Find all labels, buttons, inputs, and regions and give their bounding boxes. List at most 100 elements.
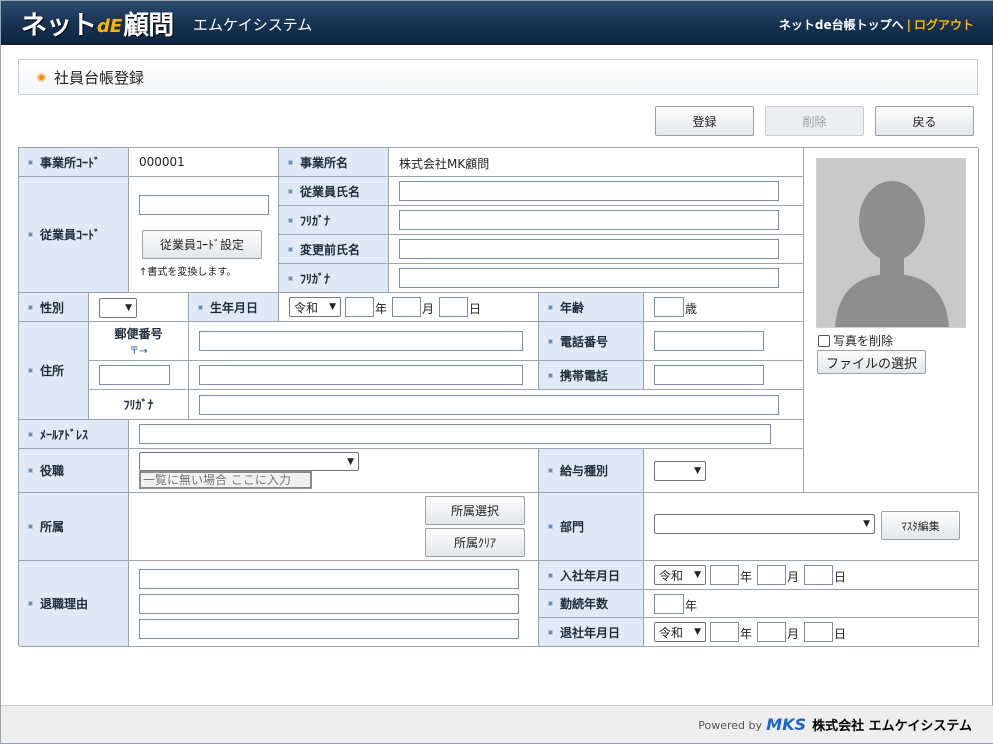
former-furigana-label: ﾌﾘｶﾞﾅ <box>279 264 389 293</box>
name-furigana-cell <box>389 206 804 235</box>
page-title-bar: 社員台帳登録 <box>18 59 978 95</box>
retire-reason-label: 退職理由 <box>19 561 129 647</box>
former-name-input[interactable] <box>399 239 779 259</box>
avatar-placeholder-icon <box>835 181 949 327</box>
postal-label: 郵便番号 〒→ <box>89 322 189 361</box>
mobile-input[interactable] <box>654 365 764 385</box>
address1-input[interactable] <box>199 331 523 351</box>
employee-code-input[interactable] <box>139 195 269 215</box>
former-name-label: 変更前氏名 <box>279 235 389 264</box>
employee-code-setting-button[interactable]: 従業員ｺｰﾄﾞ設定 <box>142 230 262 259</box>
birth-month-input[interactable] <box>392 297 421 317</box>
mobile-label: 携帯電話 <box>539 361 644 390</box>
top-header: ネット dE 顧問 エムケイシステム ネットde台帳トップへ | ログアウト <box>1 1 993 45</box>
email-cell <box>129 420 804 449</box>
affiliation-select-button[interactable]: 所属選択 <box>425 496 525 525</box>
join-day-input[interactable] <box>804 565 833 585</box>
back-button[interactable]: 戻る <box>875 106 974 136</box>
salary-type-label: 給与種別 <box>539 449 644 493</box>
postal-lookup-link[interactable]: 〒→ <box>129 342 147 357</box>
join-month-input[interactable] <box>757 565 786 585</box>
chevron-down-icon: ▼ <box>347 456 354 467</box>
service-years-cell: 年 <box>644 590 979 618</box>
department-label: 部門 <box>539 493 644 561</box>
affiliation-cell: 所属選択 所属ｸﾘｱ <box>129 493 539 561</box>
join-year-input[interactable] <box>710 565 739 585</box>
service-years-input[interactable] <box>654 594 684 614</box>
retire-reason-input-1[interactable] <box>139 569 519 589</box>
app-logo[interactable]: ネット dE 顧問 <box>21 7 174 41</box>
chevron-down-icon: ▼ <box>863 519 870 529</box>
join-era-select[interactable]: 令和 ▼ <box>654 565 706 585</box>
unit-year: 年 <box>375 302 388 316</box>
join-date-label: 入社年月日 <box>539 561 644 590</box>
logo-text: ネット <box>21 10 97 41</box>
address-furigana-input[interactable] <box>199 395 779 415</box>
postal-code-cell <box>89 361 189 390</box>
delete-button[interactable]: 削除 <box>765 106 864 136</box>
chevron-down-icon: ▼ <box>694 570 701 580</box>
register-button[interactable]: 登録 <box>655 106 754 136</box>
unit-month: 月 <box>787 627 800 641</box>
retire-month-input[interactable] <box>757 622 786 642</box>
email-label: ﾒｰﾙｱﾄﾞﾚｽ <box>19 420 129 449</box>
former-furigana-input[interactable] <box>399 268 779 288</box>
address-label: 住所 <box>19 322 89 420</box>
address1-cell <box>189 322 539 361</box>
office-name-value: 株式会社MK顧問 <box>399 157 490 171</box>
retire-date-cell: 令和 ▼ 年 月 日 <box>644 618 979 647</box>
employee-name-input[interactable] <box>399 181 779 201</box>
top-page-link[interactable]: ネットde台帳トップへ <box>779 18 904 32</box>
retire-reason-input-3[interactable] <box>139 619 519 639</box>
office-code-value: 000001 <box>139 155 185 169</box>
gender-select[interactable]: ▼ <box>99 298 137 318</box>
retire-reason-input-2[interactable] <box>139 594 519 614</box>
unit-year: 年 <box>740 570 753 584</box>
postal-code-input[interactable] <box>99 365 170 385</box>
service-years-label: 勤続年数 <box>539 590 644 618</box>
birth-day-input[interactable] <box>439 297 468 317</box>
file-select-button[interactable]: ファイルの選択 <box>817 350 926 374</box>
phone-input[interactable] <box>654 331 764 351</box>
former-furigana-cell <box>389 264 804 293</box>
photo-delete-checkbox[interactable] <box>818 334 830 347</box>
birth-era-select[interactable]: 令和 ▼ <box>289 297 341 317</box>
employee-code-cell: 従業員ｺｰﾄﾞ設定 ↑書式を変換します。 <box>129 177 279 293</box>
address2-input[interactable] <box>199 365 523 385</box>
salary-type-select[interactable]: ▼ <box>654 461 706 481</box>
header-links: ネットde台帳トップへ | ログアウト <box>779 16 974 33</box>
position-select[interactable]: ▼ <box>139 452 359 471</box>
powered-by: Powered by <box>698 719 762 732</box>
name-furigana-label: ﾌﾘｶﾞﾅ <box>279 206 389 235</box>
retire-day-input[interactable] <box>804 622 833 642</box>
age-input[interactable] <box>654 297 684 317</box>
master-edit-button[interactable]: ﾏｽﾀ編集 <box>881 511 960 540</box>
affiliation-clear-button[interactable]: 所属ｸﾘｱ <box>425 528 525 557</box>
department-select[interactable]: ▼ <box>654 514 875 534</box>
logo-text-komon: 顧問 <box>123 10 174 41</box>
age-label: 年齢 <box>539 293 644 322</box>
logo-text-de: dE <box>97 15 123 37</box>
employee-name-cell <box>389 177 804 206</box>
link-separator: | <box>906 18 911 32</box>
unit-month: 月 <box>787 570 800 584</box>
retire-era-select[interactable]: 令和 ▼ <box>654 622 706 642</box>
retire-reason-cell <box>129 561 539 647</box>
phone-cell <box>644 322 804 361</box>
office-code-cell: 000001 <box>129 148 279 177</box>
email-input[interactable] <box>139 424 771 444</box>
title-bullet-icon <box>37 72 46 82</box>
birth-year-input[interactable] <box>345 297 374 317</box>
birthdate-cell: 令和 ▼ 年 月 日 <box>279 293 539 322</box>
code-hint: ↑書式を変換します。 <box>139 267 237 278</box>
office-code-label: 事業所ｺｰﾄﾞ <box>19 148 129 177</box>
position-free-input[interactable]: 一覧に無い場合 ここに入力 <box>139 471 312 489</box>
address-furigana-cell <box>189 390 804 420</box>
name-furigana-input[interactable] <box>399 210 779 230</box>
salary-type-cell: ▼ <box>644 449 804 493</box>
retire-year-input[interactable] <box>710 622 739 642</box>
logout-link[interactable]: ログアウト <box>914 18 974 32</box>
retire-date-label: 退社年月日 <box>539 618 644 647</box>
unit-years: 年 <box>685 599 698 613</box>
address2-cell <box>189 361 539 390</box>
